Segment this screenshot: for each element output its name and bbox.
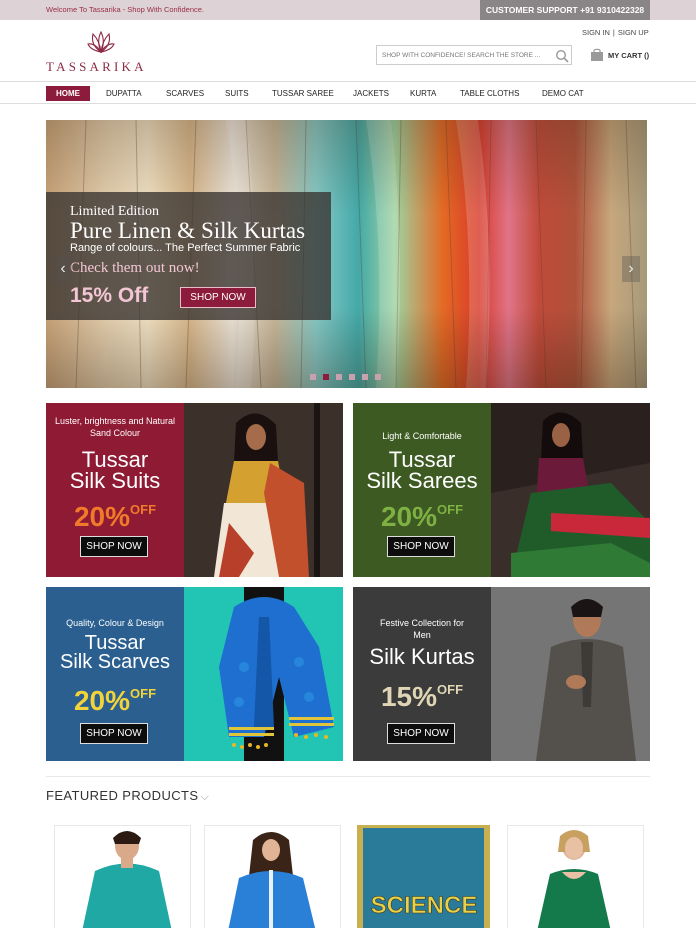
promo-text-panel: Festive Collection for Men Silk Kurtas 1… (353, 587, 491, 761)
teal-top-image (55, 826, 190, 928)
search-box (376, 45, 572, 65)
section-divider (46, 776, 650, 777)
customer-support-phone[interactable]: CUSTOMER SUPPORT +91 9310422328 (480, 0, 650, 20)
product-card-green-top[interactable] (507, 825, 644, 928)
top-bar: Welcome To Tassarika - Shop With Confide… (0, 0, 696, 20)
model-in-suit-image (184, 403, 343, 577)
nav-item-dupatta[interactable]: DUPATTA (106, 86, 142, 101)
slider-dot-active[interactable] (323, 374, 329, 380)
slider-dot[interactable] (375, 374, 381, 380)
hero-subline: Range of colours... The Perfect Summer F… (70, 242, 301, 254)
promo-shop-now-button[interactable]: SHOP NOW (387, 536, 455, 557)
promo-tagline: Quality, Colour & Design (66, 618, 164, 628)
product-card-teal-top[interactable] (54, 825, 191, 928)
promo-title-line2: Silk Kurtas (369, 644, 475, 669)
cart-label: MY CART () (608, 51, 649, 60)
welcome-message: Welcome To Tassarika - Shop With Confide… (46, 5, 204, 14)
hero-cta-text: Check them out now! (70, 260, 200, 276)
slider-dot[interactable] (336, 374, 342, 380)
promo-title-line2: Silk Scarves (59, 651, 171, 673)
science-print-image: SCIENCE (357, 825, 490, 928)
slider-dot[interactable] (362, 374, 368, 380)
chevron-down-icon[interactable]: ⌵ (200, 791, 209, 803)
nav-item-scarves[interactable]: SCARVES (166, 86, 204, 101)
man-in-kurta-image (491, 587, 650, 761)
promo-shop-now-button[interactable]: SHOP NOW (80, 536, 148, 557)
promo-title-line2: Silk Suits (69, 468, 161, 493)
promo-text-panel: Luster, brightness and Natural Sand Colo… (46, 403, 184, 577)
nav-item-demo-cat[interactable]: DEMO CAT (542, 86, 584, 101)
promo-percent: 15% (380, 681, 438, 712)
sign-in-link[interactable]: SIGN IN (582, 28, 610, 37)
cart-count: () (644, 51, 650, 60)
logo-wordmark: TASSARIKA (46, 59, 147, 74)
promo-text-panel: Light & Comfortable Tussar Silk Sarees 2… (353, 403, 491, 577)
promo-tile-silk-suits[interactable]: Luster, brightness and Natural Sand Colo… (46, 403, 343, 577)
lotus-logo-icon (87, 30, 115, 54)
promo-percent: 20% (73, 501, 131, 532)
promo-tile-silk-sarees[interactable]: Light & Comfortable Tussar Silk Sarees 2… (353, 403, 650, 577)
product-card-blue-jacket[interactable] (204, 825, 341, 928)
nav-item-tussar-saree[interactable]: TUSSAR SAREE (272, 86, 334, 101)
auth-separator: | (612, 28, 615, 37)
site-header: TASSARIKA SIGN IN|SIGN UP MY CART () (0, 20, 696, 82)
search-icon[interactable] (555, 49, 569, 63)
promo-discount: 20%OFF (46, 495, 184, 532)
promo-percent: 20% (73, 685, 131, 716)
nav-item-suits[interactable]: SUITS (225, 86, 249, 101)
hero-slider[interactable]: Limited Edition Pure Linen & Silk Kurtas… (46, 120, 647, 388)
green-top-image (508, 826, 643, 928)
slider-dot[interactable] (349, 374, 355, 380)
promo-off: OFF (130, 502, 157, 517)
hero-offer: 15% Off (70, 284, 149, 307)
shopping-bag-icon (591, 48, 603, 61)
hero-headline: Pure Linen & Silk Kurtas (70, 218, 306, 243)
search-input[interactable] (377, 46, 551, 64)
hero-caption-panel: Limited Edition Pure Linen & Silk Kurtas… (46, 192, 331, 320)
promo-off: OFF (437, 502, 464, 517)
slider-dot[interactable] (310, 374, 316, 380)
science-text: SCIENCE (371, 892, 478, 919)
nav-item-jackets[interactable]: JACKETS (353, 86, 389, 101)
product-card-science-tote[interactable]: SCIENCE (356, 825, 493, 928)
promo-discount: 20%OFF (46, 679, 184, 716)
promo-tagline: Luster, brightness and Natural Sand Colo… (54, 416, 176, 438)
promo-tile-silk-scarves[interactable]: Quality, Colour & Design Tussar Silk Sca… (46, 587, 343, 761)
promo-tile-silk-kurtas[interactable]: Festive Collection for Men Silk Kurtas 1… (353, 587, 650, 761)
promo-off: OFF (130, 686, 157, 701)
nav-item-home[interactable]: HOME (46, 86, 90, 101)
model-in-saree-image (491, 403, 650, 577)
tassarika-logo[interactable]: TASSARIKA (46, 30, 166, 74)
featured-title: FEATURED PRODUCTS (46, 788, 199, 803)
promo-discount: 20%OFF (353, 495, 491, 532)
promo-off: OFF (437, 682, 464, 697)
promo-discount: 15%OFF (353, 675, 491, 712)
promo-shop-now-button[interactable]: SHOP NOW (80, 723, 148, 744)
promo-title-line2: Silk Sarees (366, 468, 478, 493)
blue-jacket-image (205, 826, 340, 928)
nav-item-table-cloths[interactable]: TABLE CLOTHS (460, 86, 519, 101)
hero-shop-now-button[interactable]: SHOP NOW (180, 287, 256, 308)
promo-percent: 20% (380, 501, 438, 532)
slider-next-icon[interactable]: › (622, 256, 640, 282)
featured-products-heading[interactable]: FEATURED PRODUCTS ⌵ (46, 788, 209, 804)
main-navigation: HOME DUPATTA SCARVES SUITS TUSSAR SAREE … (0, 83, 696, 104)
nav-item-kurta[interactable]: KURTA (410, 86, 436, 101)
slider-prev-icon[interactable]: ‹ (54, 256, 72, 282)
promo-tagline: Festive Collection for Men (379, 618, 465, 640)
account-links: SIGN IN | SIGN UP (582, 28, 649, 37)
sign-up-link[interactable]: SIGN UP (618, 28, 649, 37)
cart-text: MY CART (608, 51, 643, 60)
promo-shop-now-button[interactable]: SHOP NOW (387, 723, 455, 744)
blue-scarf-image (184, 587, 343, 761)
promo-text-panel: Quality, Colour & Design Tussar Silk Sca… (46, 587, 184, 761)
promo-tagline: Light & Comfortable (382, 431, 462, 441)
